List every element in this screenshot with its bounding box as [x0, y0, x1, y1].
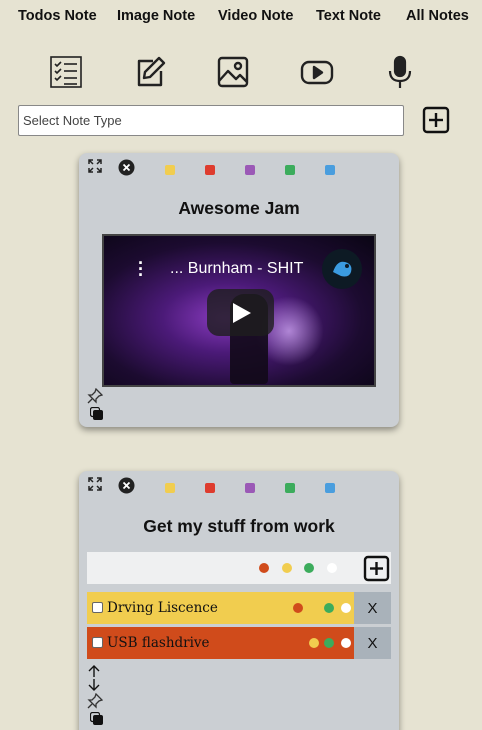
color-swatch-purple[interactable] [245, 165, 255, 175]
expand-icon[interactable] [88, 477, 102, 491]
add-todo-button[interactable] [363, 555, 390, 582]
close-icon[interactable] [118, 159, 135, 176]
arrow-down-icon[interactable] [88, 678, 100, 691]
copy-icon[interactable] [89, 711, 103, 725]
delete-todo-button[interactable]: X [354, 627, 391, 659]
color-swatch-red[interactable] [205, 483, 215, 493]
video-title[interactable]: ... Burnham - SHIT [170, 260, 303, 278]
todo-text: USB flashdrive [107, 635, 210, 651]
note-type-select[interactable]: Select Note Type [18, 105, 404, 136]
video-icon[interactable] [299, 54, 335, 90]
video-note-card: Awesome Jam · · · ... Burnham - SHIT [79, 153, 399, 427]
image-icon[interactable] [215, 54, 251, 90]
nav-image-note[interactable]: Image Note [117, 8, 195, 24]
note-title: Awesome Jam [178, 198, 300, 218]
pin-icon[interactable] [87, 692, 104, 709]
todo-note-card: Get my stuff from work Drving Liscence X… [79, 471, 399, 730]
close-icon[interactable] [118, 477, 135, 494]
expand-icon[interactable] [88, 159, 102, 173]
priority-dot-white[interactable] [327, 563, 337, 573]
color-swatch-green[interactable] [285, 483, 295, 493]
priority-dot-yellow[interactable] [309, 638, 319, 648]
todo-text: Drving Liscence [107, 600, 218, 616]
channel-avatar[interactable] [322, 249, 362, 289]
priority-dot-orange[interactable] [259, 563, 269, 573]
priority-dot-orange[interactable] [293, 603, 303, 613]
priority-dot-green[interactable] [324, 603, 334, 613]
todo-item: Drving Liscence X [87, 592, 391, 624]
nav-all-notes[interactable]: All Notes [406, 8, 469, 24]
todo-add-bar [87, 552, 391, 584]
checklist-icon[interactable] [48, 54, 84, 90]
edit-icon[interactable] [132, 54, 168, 90]
color-swatch-yellow[interactable] [165, 165, 175, 175]
play-button[interactable] [207, 289, 274, 336]
todo-checkbox[interactable] [92, 637, 103, 648]
priority-dot-yellow[interactable] [282, 563, 292, 573]
color-swatch-yellow[interactable] [165, 483, 175, 493]
todo-item: USB flashdrive X [87, 627, 391, 659]
microphone-icon[interactable] [382, 54, 418, 90]
top-nav: Todos Note Image Note Video Note Text No… [0, 6, 482, 28]
color-swatch-blue[interactable] [325, 165, 335, 175]
arrow-up-icon[interactable] [88, 665, 100, 678]
note-title: Get my stuff from work [143, 516, 335, 536]
add-note-button[interactable] [422, 106, 450, 134]
priority-dot-white[interactable] [341, 603, 351, 613]
nav-text-note[interactable]: Text Note [316, 8, 381, 24]
priority-dot-white[interactable] [341, 638, 351, 648]
more-options-icon[interactable]: · · · [138, 254, 144, 284]
color-swatch-red[interactable] [205, 165, 215, 175]
todo-checkbox[interactable] [92, 602, 103, 613]
video-player[interactable]: · · · ... Burnham - SHIT [102, 234, 376, 387]
color-swatch-blue[interactable] [325, 483, 335, 493]
nav-todos-note[interactable]: Todos Note [18, 8, 97, 24]
copy-icon[interactable] [89, 406, 103, 420]
nav-video-note[interactable]: Video Note [218, 8, 293, 24]
pin-icon[interactable] [87, 387, 104, 404]
priority-dot-green[interactable] [304, 563, 314, 573]
color-swatch-green[interactable] [285, 165, 295, 175]
color-swatch-purple[interactable] [245, 483, 255, 493]
delete-todo-button[interactable]: X [354, 592, 391, 624]
priority-dot-green[interactable] [324, 638, 334, 648]
